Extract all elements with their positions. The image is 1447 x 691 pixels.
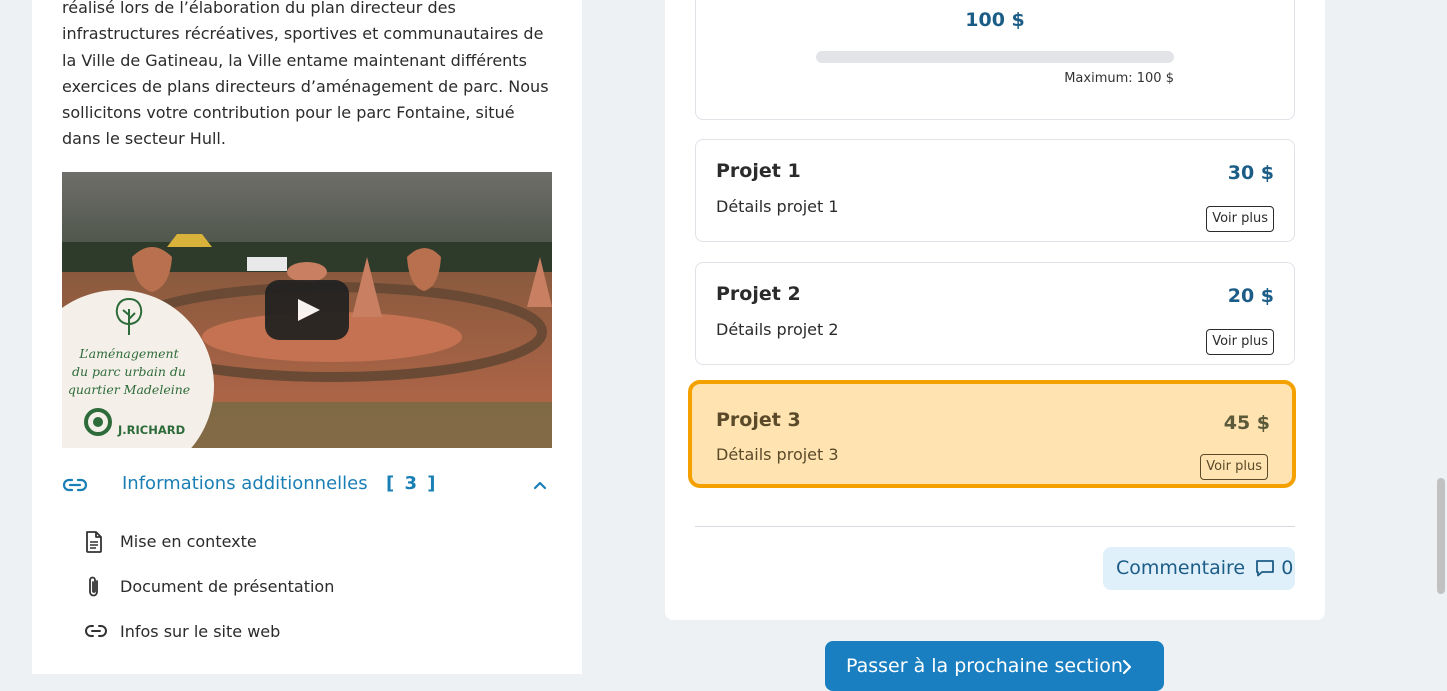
project-details: Détails projet 2 bbox=[716, 320, 839, 339]
voir-plus-button[interactable]: Voir plus bbox=[1206, 206, 1274, 232]
budget-summary: 100 $ Maximum: 100 $ bbox=[695, 0, 1295, 120]
video-badge-text: L’aménagement du parc urbain du quartier… bbox=[62, 345, 196, 399]
badge-line-3: quartier Madeleine bbox=[67, 382, 191, 397]
project-details: Détails projet 3 bbox=[716, 445, 839, 464]
comment-icon bbox=[1256, 560, 1275, 577]
additional-info-toggle[interactable]: Informations additionnelles [ 3 ] bbox=[62, 470, 552, 502]
project-name: Projet 3 bbox=[716, 409, 801, 431]
logo-text: J.RICHARD bbox=[118, 423, 186, 437]
comment-label: Commentaire bbox=[1116, 557, 1246, 579]
document-icon bbox=[86, 531, 102, 553]
link-icon bbox=[62, 478, 88, 492]
project-details: Détails projet 1 bbox=[716, 197, 839, 216]
attachment-label: Infos sur le site web bbox=[120, 622, 281, 641]
budget-total: 100 $ bbox=[965, 9, 1025, 31]
tree-icon bbox=[115, 297, 143, 335]
voir-plus-button[interactable]: Voir plus bbox=[1206, 329, 1274, 355]
project-card-2[interactable]: Projet 2 Détails projet 2 20 $ Voir plus bbox=[695, 262, 1295, 365]
additional-info-title: Informations additionnelles bbox=[122, 473, 368, 494]
scrollbar-thumb[interactable] bbox=[1437, 478, 1445, 594]
comment-button[interactable]: Commentaire 0 bbox=[1103, 547, 1295, 590]
play-icon[interactable] bbox=[265, 280, 349, 340]
paperclip-icon bbox=[89, 576, 98, 597]
left-panel: réalisé lors de l’élaboration du plan di… bbox=[32, 0, 582, 674]
attachment-website[interactable]: Infos sur le site web bbox=[84, 620, 524, 644]
chevron-up-icon[interactable] bbox=[532, 477, 548, 493]
voir-plus-button[interactable]: Voir plus bbox=[1200, 454, 1268, 480]
project-amount: 45 $ bbox=[1223, 412, 1270, 434]
project-name: Projet 1 bbox=[716, 160, 801, 182]
project-name: Projet 2 bbox=[716, 283, 801, 305]
comment-count: 0 bbox=[1281, 557, 1294, 579]
project-amount: 20 $ bbox=[1227, 285, 1274, 307]
next-section-button[interactable]: Passer à la prochaine section bbox=[825, 641, 1164, 691]
attachment-presentation[interactable]: Document de présentation bbox=[84, 575, 524, 599]
project-card-3[interactable]: Projet 3 Détails projet 3 45 $ Voir plus bbox=[688, 380, 1296, 488]
page-scrollbar[interactable] bbox=[1435, 0, 1447, 674]
attachment-label: Document de présentation bbox=[120, 577, 335, 596]
budget-progress-bar bbox=[816, 51, 1174, 63]
budget-maximum: Maximum: 100 $ bbox=[1064, 71, 1174, 86]
project-card-1[interactable]: Projet 1 Détails projet 1 30 $ Voir plus bbox=[695, 139, 1295, 242]
attachment-context[interactable]: Mise en contexte bbox=[84, 530, 524, 554]
logo-icon bbox=[84, 408, 112, 436]
chevron-right-icon bbox=[1122, 659, 1132, 675]
attachment-label: Mise en contexte bbox=[120, 532, 257, 551]
project-amount: 30 $ bbox=[1227, 162, 1274, 184]
intro-paragraph: réalisé lors de l’élaboration du plan di… bbox=[62, 0, 549, 149]
badge-line-1: L’aménagement bbox=[79, 346, 179, 361]
badge-line-2: du parc urbain du bbox=[72, 364, 186, 379]
video-player[interactable]: L’aménagement du parc urbain du quartier… bbox=[62, 172, 552, 448]
link-icon bbox=[85, 625, 107, 637]
divider bbox=[695, 526, 1295, 527]
additional-info-count: [ 3 ] bbox=[386, 473, 438, 494]
